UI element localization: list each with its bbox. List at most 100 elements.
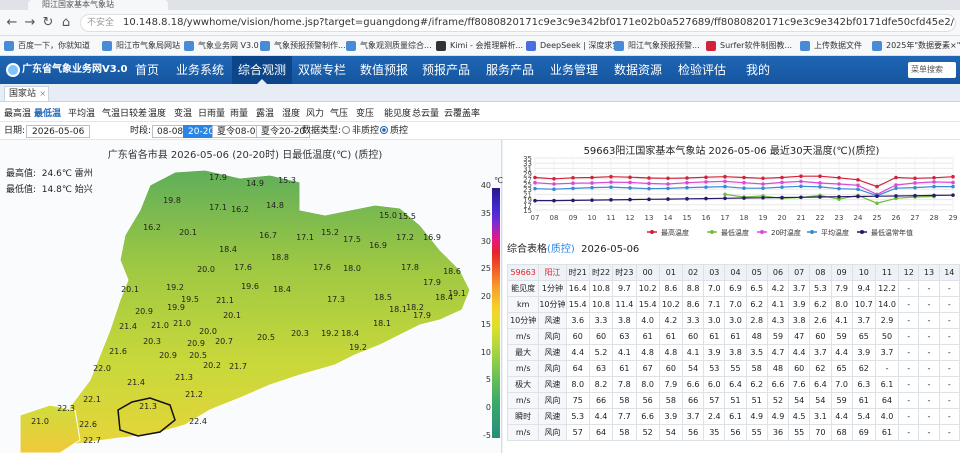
close-icon[interactable]: ×	[39, 87, 46, 101]
menu-service-products[interactable]: 服务产品	[480, 56, 540, 84]
element-option[interactable]: 气温日较差	[102, 106, 147, 119]
station-value-label[interactable]: 22.4	[189, 417, 207, 426]
station-value-label[interactable]: 18.5	[374, 293, 392, 302]
bookmark-item[interactable]: 阳江气象预报预警...	[614, 39, 700, 53]
station-value-label[interactable]: 21.7	[229, 362, 247, 371]
station-value-label[interactable]: 18.8	[271, 253, 289, 262]
menu-carbon[interactable]: 双碳专栏	[292, 56, 352, 84]
station-value-label[interactable]: 21.4	[119, 322, 137, 331]
element-option[interactable]: 风力	[306, 106, 324, 119]
station-value-label[interactable]: 20.9	[187, 339, 205, 348]
back-icon[interactable]: ←	[4, 15, 20, 31]
menu-home[interactable]: 首页	[124, 56, 170, 84]
element-option[interactable]: 温度	[148, 106, 166, 119]
station-value-label[interactable]: 17.9	[209, 173, 227, 182]
station-value-label[interactable]: 17.3	[327, 295, 345, 304]
station-value-label[interactable]: 20.1	[179, 228, 197, 237]
bookmark-item[interactable]: 阳江市气象局网站	[102, 39, 180, 53]
menu-mine[interactable]: 我的	[736, 56, 780, 84]
element-option[interactable]: 变压	[356, 106, 374, 119]
station-value-label[interactable]: 20.1	[223, 311, 241, 320]
element-option[interactable]: 能见度	[384, 106, 411, 119]
station-value-label[interactable]: 20.7	[215, 337, 233, 346]
station-value-label[interactable]: 18.6	[443, 267, 461, 276]
bookmark-item[interactable]: 百度一下，你就知道	[4, 39, 90, 53]
station-value-label[interactable]: 22.6	[79, 420, 97, 429]
element-option[interactable]: 变温	[174, 106, 192, 119]
station-value-label[interactable]: 16.7	[259, 231, 277, 240]
station-value-label[interactable]: 14.8	[266, 201, 284, 210]
station-value-label[interactable]: 19.2	[349, 343, 367, 352]
station-value-label[interactable]: 17.2	[396, 233, 414, 242]
station-value-label[interactable]: 20.5	[189, 351, 207, 360]
station-value-label[interactable]: 21.6	[109, 347, 127, 356]
station-value-label[interactable]: 19.1	[448, 289, 466, 298]
bookmark-item[interactable]: 2025年"数据要素×"...	[872, 39, 960, 53]
station-value-label[interactable]: 22.0	[93, 364, 111, 373]
station-value-label[interactable]: 21.0	[31, 417, 49, 426]
station-value-label[interactable]: 16.2	[143, 223, 161, 232]
app-logo[interactable]: 广东省气象业务网V3.0	[4, 60, 127, 80]
station-value-label[interactable]: 16.9	[369, 241, 387, 250]
browser-tab[interactable]: 阳江国家基本气象站	[28, 0, 168, 10]
station-value-label[interactable]: 19.8	[163, 196, 181, 205]
element-option[interactable]: 平均温	[68, 106, 95, 119]
station-value-label[interactable]: 18.1	[389, 305, 407, 314]
url-input[interactable]: 不安全 10.148.8.18/ywwhome/vision/home.jsp?…	[80, 14, 956, 32]
station-value-label[interactable]: 20.0	[199, 327, 217, 336]
station-value-label[interactable]: 17.6	[234, 263, 252, 272]
menu-business-management[interactable]: 业务管理	[544, 56, 604, 84]
station-value-label[interactable]: 17.6	[313, 263, 331, 272]
element-option[interactable]: 日雨量	[198, 106, 225, 119]
bookmark-item[interactable]: Surfer软件制图教...	[706, 39, 792, 53]
station-value-label[interactable]: 21.0	[151, 321, 169, 330]
station-value-label[interactable]: 21.2	[185, 390, 203, 399]
station-value-label[interactable]: 18.4	[219, 245, 237, 254]
station-value-label[interactable]: 20.1	[121, 285, 139, 294]
station-value-label[interactable]: 17.5	[343, 235, 361, 244]
station-value-label[interactable]: 22.7	[83, 436, 101, 445]
station-value-label[interactable]: 15.5	[398, 212, 416, 221]
station-value-label[interactable]: 21.1	[216, 296, 234, 305]
element-option[interactable]: 雨量	[230, 106, 248, 119]
station-value-label[interactable]: 18.0	[343, 264, 361, 273]
station-value-label[interactable]: 22.3	[57, 404, 75, 413]
station-value-label[interactable]: 15.3	[278, 176, 296, 185]
station-value-label[interactable]: 19.6	[241, 282, 259, 291]
station-value-label[interactable]: 15.0	[379, 211, 397, 220]
date-input[interactable]: 2026-05-06	[26, 125, 91, 138]
station-value-label[interactable]: 19.5	[181, 295, 199, 304]
bookmark-item[interactable]: 气象预报预警制作...	[260, 39, 346, 53]
bookmark-item[interactable]: 上传数据文件	[800, 39, 862, 53]
station-value-label[interactable]: 14.9	[246, 179, 264, 188]
station-value-label[interactable]: 16.2	[231, 205, 249, 214]
station-value-label[interactable]: 19.2	[166, 283, 184, 292]
element-option[interactable]: 云覆盖率	[444, 106, 480, 119]
station-value-label[interactable]: 20.9	[135, 307, 153, 316]
station-value-label[interactable]: 19.2	[321, 329, 339, 338]
station-value-label[interactable]: 21.4	[127, 378, 145, 387]
menu-verification[interactable]: 检验评估	[672, 56, 732, 84]
station-value-label[interactable]: 20.5	[257, 333, 275, 342]
station-value-label[interactable]: 17.1	[209, 203, 227, 212]
menu-forecast-products[interactable]: 预报产品	[416, 56, 476, 84]
radio-non-qc[interactable]: 非质控	[342, 125, 379, 138]
element-option[interactable]: 气压	[330, 106, 348, 119]
station-value-label[interactable]: 20.0	[197, 265, 215, 274]
station-value-label[interactable]: 21.0	[173, 319, 191, 328]
station-value-label[interactable]: 17.9	[423, 278, 441, 287]
station-value-label[interactable]: 19.9	[167, 303, 185, 312]
station-value-label[interactable]: 20.9	[159, 351, 177, 360]
element-option[interactable]: 总云量	[412, 106, 439, 119]
element-option[interactable]: 最低温	[34, 106, 61, 119]
element-option[interactable]: 露温	[256, 106, 274, 119]
menu-business-systems[interactable]: 业务系统	[170, 56, 230, 84]
radio-qc[interactable]: 质控	[380, 125, 408, 138]
menu-data-resources[interactable]: 数据资源	[608, 56, 668, 84]
station-value-label[interactable]: 16.9	[423, 233, 441, 242]
station-value-label[interactable]: 21.3	[175, 373, 193, 382]
menu-search-input[interactable]: 菜单搜索	[908, 62, 956, 78]
tab-national-station[interactable]: 国家站 ×	[4, 86, 50, 101]
station-value-label[interactable]: 17.9	[413, 311, 431, 320]
station-value-label[interactable]: 17.8	[401, 263, 419, 272]
